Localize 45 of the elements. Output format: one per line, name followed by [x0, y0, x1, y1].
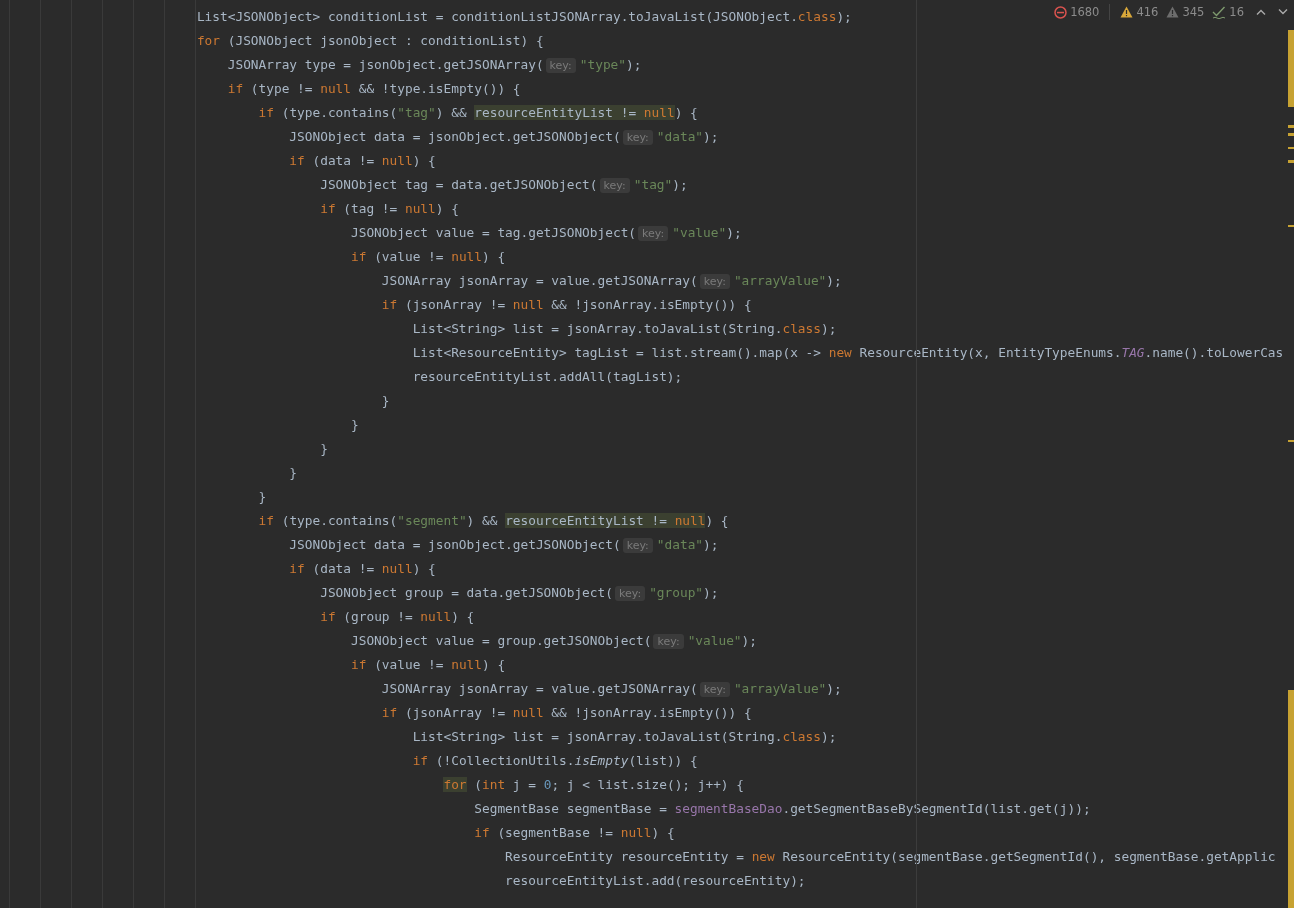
code-line: for (int j = 0; j < list.size(); j++) {: [442, 776, 744, 794]
typos-button[interactable]: 16: [1212, 5, 1244, 19]
code-line: }: [380, 392, 390, 410]
code-line: JSONObject value = tag.getJSONObject( key: "value");: [350, 224, 742, 243]
code-line: if (!CollectionUtils.isEmpty(list)) {: [411, 752, 698, 770]
code-line: SegmentBase segmentBase = segmentBaseDao.getSegmentBaseBySegmentId(list.get(j));: [473, 800, 1091, 818]
code-line: JSONObject tag = data.getJSONObject( key: "tag");: [319, 176, 688, 195]
code-line: ResourceEntity resourceEntity = new ResourceEntity(segmentBase.getSegmentId(), segmentBase.getApplic: [504, 848, 1276, 866]
warning-icon: [1120, 6, 1134, 18]
warnings-button[interactable]: 345: [1166, 5, 1205, 19]
warning-icon: [1166, 6, 1180, 18]
code-line: resourceEntityList.add(resourceEntity);: [504, 872, 806, 890]
code-line: if (type != null && !type.isEmpty()) {: [226, 80, 521, 98]
error-icon: [1054, 5, 1068, 19]
code-line: List<String> list = jsonArray.toJavaList(String.class);: [411, 728, 837, 746]
code-line: }: [257, 488, 267, 506]
code-line: for (JSONObject jsonObject : conditionList) {: [195, 32, 544, 50]
code-line: JSONArray jsonArray = value.getJSONArray( key: "arrayValue");: [380, 272, 842, 291]
code-line: }: [319, 440, 328, 458]
code-line: if (tag != null) {: [319, 200, 459, 218]
code-line: if (data != null) {: [288, 152, 436, 170]
code-line: if (group != null) {: [319, 608, 475, 626]
code-line: if (type.contains("tag") && resourceEntityList != null) {: [257, 104, 698, 122]
code-line: JSONArray type = jsonObject.getJSONArray( key: "type");: [226, 56, 642, 75]
code-line: if (value != null) {: [350, 248, 506, 266]
code-line: List<ResourceEntity> tagList = list.stream().map(x -> new ResourceEntity(x, EntityTypeEnums.TAG.name().toLowerCas: [411, 344, 1284, 362]
code-line: if (type.contains("segment") && resourceEntityList != null) {: [257, 512, 729, 530]
code-line: List<String> list = jsonArray.toJavaList(String.class);: [411, 320, 837, 338]
code-line: if (segmentBase != null) {: [473, 824, 675, 842]
code-line: JSONArray jsonArray = value.getJSONArray( key: "arrayValue");: [380, 680, 842, 699]
code-line: }: [350, 416, 359, 434]
code-line: if (jsonArray != null && !jsonArray.isEmpty()) {: [380, 296, 752, 314]
check-icon: [1212, 5, 1227, 19]
code-line: JSONObject data = jsonObject.getJSONObject( key: "data");: [288, 128, 719, 147]
code-line: resourceEntityList.addAll(tagList);: [411, 368, 683, 386]
code-line: JSONObject data = jsonObject.getJSONObject( key: "data");: [288, 536, 719, 555]
warnings-button[interactable]: 416: [1120, 5, 1159, 19]
code-line: JSONObject value = group.getJSONObject( key: "value");: [350, 632, 757, 651]
code-line: List<JSONObject> conditionList = conditionListJSONArray.toJavaList(JSONObject.class);: [195, 8, 852, 26]
code-line: }: [288, 464, 298, 482]
errors-button[interactable]: 1680: [1054, 5, 1100, 19]
code-line: JSONObject group = data.getJSONObject( key: "group");: [319, 584, 719, 603]
code-line: if (data != null) {: [288, 560, 436, 578]
code-line: if (value != null) {: [350, 656, 506, 674]
code-line: if (jsonArray != null && !jsonArray.isEmpty()) {: [380, 704, 752, 722]
